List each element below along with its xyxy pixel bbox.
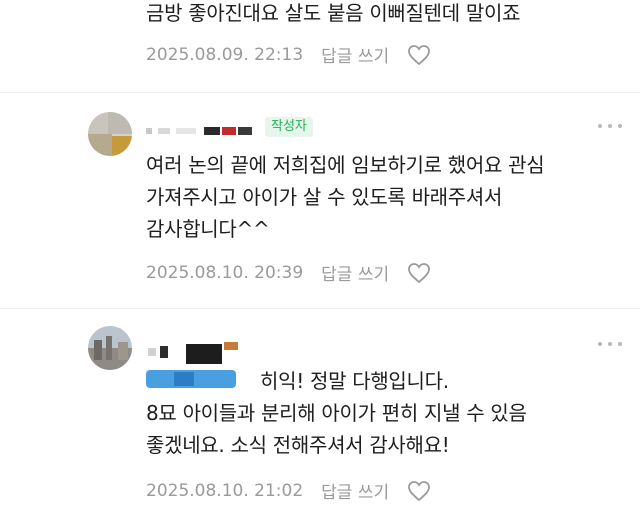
comment-text-line: 감사합니다^^ (146, 217, 270, 241)
heart-icon[interactable] (407, 262, 431, 284)
comment-meta: 2025.08.09. 22:13 답글 쓰기 (146, 42, 431, 67)
comment-text-line: 8묘 아이들과 분리해 아이가 편히 지낼 수 있음 (146, 401, 527, 425)
comment-text-line: 좋겠네요. 소식 전해주셔서 감사해요! (146, 433, 450, 457)
author-name-redacted (146, 122, 258, 135)
comment-text-line: 가져주시고 아이가 살 수 있도록 바래주셔서 (146, 185, 503, 209)
comment-date: 2025.08.10. 21:02 (146, 480, 304, 501)
comment-meta: 2025.08.10. 20:39 답글 쓰기 (146, 260, 431, 285)
avatar[interactable] (88, 112, 132, 156)
heart-icon[interactable] (407, 480, 431, 502)
comment-meta: 2025.08.10. 21:02 답글 쓰기 (146, 478, 431, 503)
author-name-redacted (146, 336, 256, 394)
more-dots-icon[interactable] (598, 341, 622, 347)
comment-text-line: 히익! 정말 다행입니다. (260, 369, 449, 393)
reply-button[interactable]: 답글 쓰기 (321, 478, 389, 503)
avatar[interactable] (88, 326, 132, 370)
comment-text-line: 여러 논의 끝에 저희집에 임보하기로 했어요 관심 (146, 153, 545, 177)
comment-text: 금방 좋아진대요 살도 붙음 이뻐질텐데 말이죠 (146, 1, 521, 25)
reply-button[interactable]: 답글 쓰기 (321, 42, 389, 67)
author-badge: 작성자 (265, 117, 313, 137)
divider (0, 308, 640, 309)
divider (0, 92, 640, 93)
reply-button[interactable]: 답글 쓰기 (321, 260, 389, 285)
heart-icon[interactable] (407, 44, 431, 66)
comment-date: 2025.08.10. 20:39 (146, 262, 304, 283)
comment-date: 2025.08.09. 22:13 (146, 44, 304, 65)
more-dots-icon[interactable] (598, 123, 622, 129)
